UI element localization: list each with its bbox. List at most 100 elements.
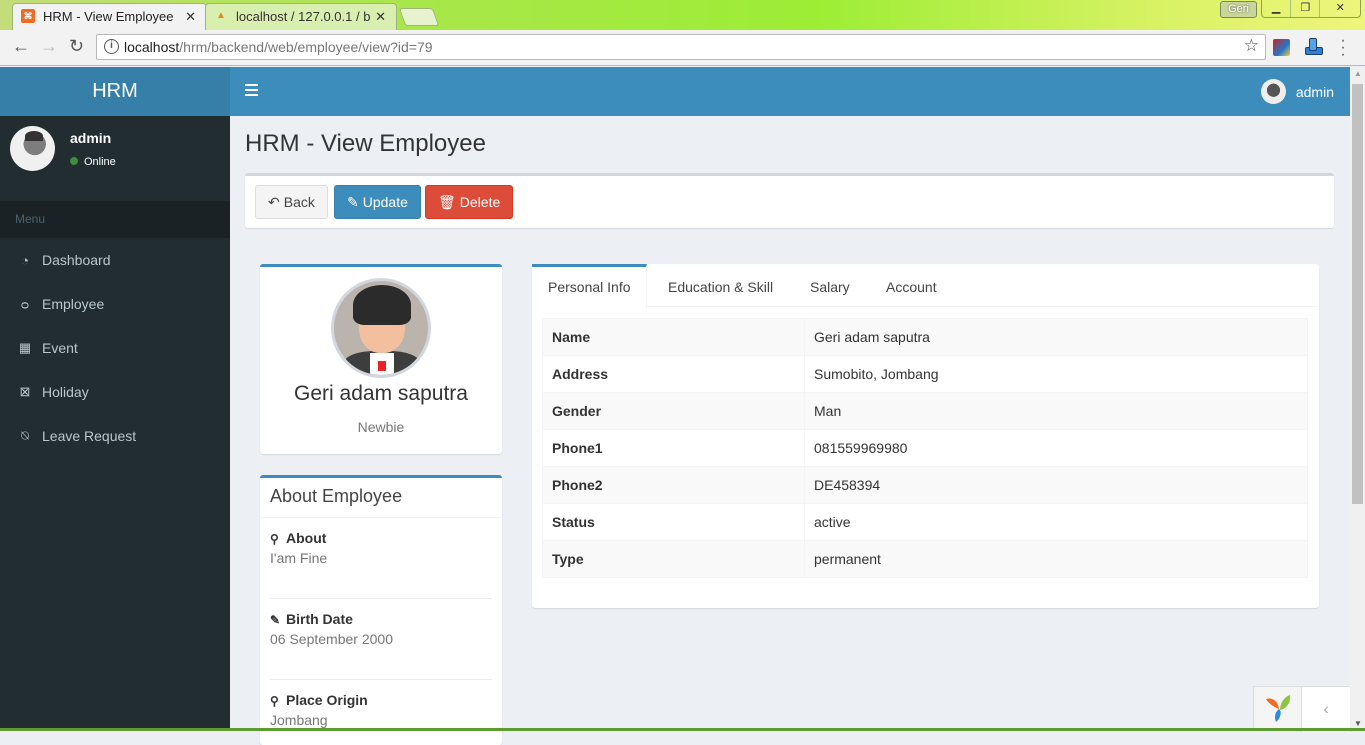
top-navbar: admin xyxy=(230,67,1350,116)
row-value: active xyxy=(804,503,1308,541)
user-panel: admin Online xyxy=(0,116,230,201)
sidebar-item-dashboard[interactable]: ◔ Dashboard xyxy=(0,238,230,282)
tab-title: localhost / 127.0.0.1 / bar xyxy=(236,9,371,24)
minimize-icon[interactable]: ▁ xyxy=(1262,0,1292,17)
content: HRM - View Employee ↶ Back ✎ Update 🗑 Delet… xyxy=(230,116,1350,745)
close-window-icon[interactable]: ✕ xyxy=(1320,0,1360,17)
app-icon: ⌘ xyxy=(21,9,35,23)
delete-button[interactable]: 🗑 Delete xyxy=(425,185,514,219)
menu-header: Menu xyxy=(0,201,230,238)
window-controls: ▁ ❐ ✕ xyxy=(1261,0,1361,18)
restore-icon[interactable]: ❐ xyxy=(1291,0,1321,17)
back-label: Back xyxy=(283,194,315,210)
tab-personal-info[interactable]: Personal Info xyxy=(532,264,647,308)
delete-label: Delete xyxy=(459,194,501,210)
chevron-left-icon[interactable]: ‹ xyxy=(1302,687,1350,732)
map-marker-icon: ⚲ xyxy=(270,532,279,546)
detail-table: Name Geri adam saputra Address Sumobito, J… xyxy=(542,318,1308,578)
sidebar-item-event[interactable]: ▦ Event xyxy=(0,326,230,370)
url-text[interactable]: localhost/hrm/backend/web/employee/view?… xyxy=(124,39,433,55)
table-row: Phone1 081559969980 xyxy=(542,429,1308,467)
user-icon: ᴑ xyxy=(21,296,29,312)
back-button[interactable]: ↶ Back xyxy=(255,185,328,219)
pencil-icon: ✎ xyxy=(347,194,359,210)
bell-slash-icon: ⍉ xyxy=(21,428,29,443)
tab-salary[interactable]: Salary xyxy=(810,264,850,307)
row-value: Geri adam saputra xyxy=(804,318,1308,356)
sidebar-toggle-icon[interactable] xyxy=(245,84,258,96)
row-key: Status xyxy=(542,503,805,541)
tab-nav: Personal Info Education & Skill Salary A… xyxy=(532,264,1319,308)
extension-mario-icon[interactable] xyxy=(1273,39,1290,56)
browser-tab-active[interactable]: ⌘ HRM - View Employee ✕ xyxy=(12,3,207,30)
window-profile-button[interactable]: Geri xyxy=(1220,1,1257,18)
reload-icon[interactable]: ↻ xyxy=(69,36,84,57)
table-row: Type permanent xyxy=(542,540,1308,578)
pencil-icon: ✎ xyxy=(270,613,281,627)
update-button[interactable]: ✎ Update xyxy=(334,185,421,219)
sidebar-item-label: Holiday xyxy=(42,384,89,400)
profile-role: Newbie xyxy=(357,419,405,435)
close-icon[interactable]: ✕ xyxy=(375,5,386,29)
row-value: DE458394 xyxy=(804,466,1308,504)
forward-arrow-icon[interactable]: → xyxy=(40,36,58,57)
sidebar-item-label: Employee xyxy=(42,296,105,312)
sidebar-item-label: Leave Request xyxy=(42,428,137,444)
sidebar-item-holiday[interactable]: ⊠ Holiday xyxy=(0,370,230,414)
new-tab-button[interactable] xyxy=(398,8,440,26)
online-dot-icon xyxy=(70,157,78,166)
row-key: Type xyxy=(542,540,805,578)
extension-device-icon[interactable] xyxy=(1305,38,1323,56)
yii-logo-icon[interactable] xyxy=(1264,693,1292,723)
url-path: /hrm/backend/web/employee/view?id=79 xyxy=(179,39,433,55)
about-item: ⚲ About I'am Fine xyxy=(260,518,502,599)
sidebar-item-leave-request[interactable]: ⍉ Leave Request xyxy=(0,414,230,458)
row-key: Phone1 xyxy=(542,429,805,467)
close-icon[interactable]: ✕ xyxy=(185,5,196,29)
bookmark-star-icon[interactable]: ☆ xyxy=(1244,36,1259,56)
tab-account[interactable]: Account xyxy=(886,264,937,307)
sidebar-item-employee[interactable]: ᴑ Employee xyxy=(0,282,230,326)
dashboard-icon: ◔ xyxy=(21,252,29,268)
scroll-down-icon[interactable]: ▼ xyxy=(1354,719,1362,728)
about-label: About xyxy=(286,530,327,546)
avatar xyxy=(10,126,55,171)
browser-menu-icon[interactable]: · · · xyxy=(1340,33,1346,63)
address-bar[interactable]: i localhost/hrm/backend/web/employee/vie… xyxy=(96,34,1266,60)
row-value: Man xyxy=(804,392,1308,430)
row-value: Sumobito, Jombang xyxy=(804,355,1308,393)
actions-box: ↶ Back ✎ Update 🗑 Delete xyxy=(245,173,1334,228)
navbar-user-name: admin xyxy=(1295,83,1334,100)
about-item: ✎ Birth Date 06 September 2000 xyxy=(260,599,502,680)
info-icon[interactable]: i xyxy=(104,39,119,54)
about-label: Place Origin xyxy=(286,692,368,708)
update-label: Update xyxy=(362,194,408,210)
about-title: About Employee xyxy=(260,478,502,518)
yii-debug-toolbar[interactable]: ‹ xyxy=(1253,686,1350,732)
page-title: HRM - View Employee xyxy=(245,130,486,157)
profile-picture xyxy=(331,278,431,378)
user-status[interactable]: Online xyxy=(70,156,116,168)
table-row: Address Sumobito, Jombang xyxy=(542,355,1308,393)
about-card: About Employee ⚲ About I'am Fine ✎ Birth D… xyxy=(260,475,502,745)
page-scrollbar[interactable]: ▲ ▼ xyxy=(1350,67,1365,731)
brand-logo[interactable]: HRM xyxy=(0,67,230,116)
sidebar-item-label: Event xyxy=(42,340,78,356)
scroll-up-icon[interactable]: ▲ xyxy=(1354,69,1362,78)
user-name: admin xyxy=(70,130,112,146)
row-key: Phone2 xyxy=(542,466,805,504)
back-arrow-icon[interactable]: ← xyxy=(12,36,30,57)
status-label: Online xyxy=(84,156,116,168)
profile-card: Geri adam saputra Newbie xyxy=(260,264,502,454)
avatar xyxy=(1260,79,1286,104)
user-menu[interactable]: admin xyxy=(1260,79,1334,104)
calendar-icon: ▦ xyxy=(18,340,32,355)
browser-tab[interactable]: ▲ localhost / 127.0.0.1 / bar ✕ xyxy=(205,3,397,30)
tab-education-skill[interactable]: Education & Skill xyxy=(668,264,773,307)
row-key: Address xyxy=(542,355,805,393)
table-row: Gender Man xyxy=(542,392,1308,430)
row-value: 081559969980 xyxy=(804,429,1308,467)
scrollbar-thumb[interactable] xyxy=(1352,84,1363,504)
trash-icon: 🗑 xyxy=(438,194,456,210)
row-key: Name xyxy=(542,318,805,356)
